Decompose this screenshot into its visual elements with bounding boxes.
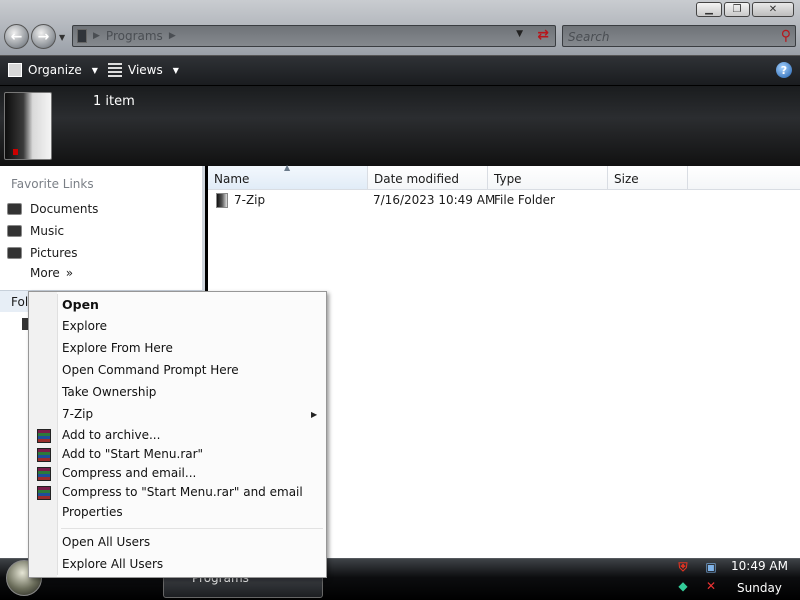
- menu-separator: [61, 528, 323, 529]
- menu-gutter: [57, 294, 58, 575]
- column-header-label: Type: [494, 172, 522, 186]
- address-dropdown-icon[interactable]: ▼: [516, 29, 523, 39]
- documents-icon: [7, 203, 22, 215]
- music-icon: [7, 225, 22, 237]
- help-icon[interactable]: ?: [776, 62, 792, 78]
- column-header-label: Name: [214, 172, 250, 186]
- recent-pages-dropdown[interactable]: ▼: [59, 33, 65, 42]
- pictures-icon: [7, 247, 22, 259]
- double-chevron-icon: »: [65, 266, 74, 280]
- defender-icon[interactable]: ◆: [676, 579, 690, 593]
- winrar-icon: [37, 486, 51, 500]
- window-controls: ▁ ❐ ✕: [696, 2, 794, 17]
- menu-item-compress-and-email[interactable]: Compress and email...: [62, 466, 196, 480]
- breadcrumb-programs[interactable]: Programs: [106, 29, 163, 43]
- menu-item-open-command-prompt[interactable]: Open Command Prompt Here: [62, 363, 239, 377]
- close-button[interactable]: ✕: [752, 2, 794, 17]
- winrar-icon: [37, 467, 51, 481]
- favorite-links-heading: Favorite Links: [11, 177, 94, 191]
- security-alert-icon[interactable]: ⛨: [676, 560, 690, 574]
- menu-item-add-to-archive[interactable]: Add to archive...: [62, 428, 160, 442]
- address-bar[interactable]: ▶ Programs ▶ ▼ ⇄: [72, 25, 556, 47]
- back-arrow-icon: ←: [10, 28, 23, 45]
- organize-label: Organize: [28, 63, 82, 77]
- item-count: 1 item: [93, 94, 135, 109]
- menu-item-add-to-rar[interactable]: Add to "Start Menu.rar": [62, 447, 203, 461]
- file-date-modified: 7/16/2023 10:49 AM: [373, 193, 496, 207]
- menu-item-properties[interactable]: Properties: [62, 505, 123, 519]
- column-header-name[interactable]: ▲ Name: [208, 163, 368, 190]
- restore-button[interactable]: ❐: [724, 2, 750, 17]
- network-icon[interactable]: ▣: [704, 560, 718, 574]
- views-label: Views: [128, 63, 163, 77]
- breadcrumb-chevron-icon[interactable]: ▶: [93, 31, 100, 41]
- views-button[interactable]: Views ▼: [108, 63, 179, 77]
- menu-item-open[interactable]: Open: [62, 297, 99, 312]
- search-icon[interactable]: ⚲: [781, 28, 791, 44]
- forward-arrow-icon: →: [37, 28, 50, 45]
- more-links[interactable]: More »: [30, 266, 73, 280]
- menu-item-take-ownership[interactable]: Take Ownership: [62, 385, 156, 399]
- forward-button[interactable]: →: [31, 24, 56, 49]
- chevron-down-icon: ▼: [91, 65, 98, 75]
- file-name: 7-Zip: [234, 193, 266, 207]
- clock-day[interactable]: Sunday: [737, 581, 782, 595]
- sidebar-item-label: Documents: [30, 202, 99, 216]
- menu-item-explore[interactable]: Explore: [62, 319, 107, 333]
- back-button[interactable]: ←: [4, 24, 29, 49]
- submenu-arrow-icon: ▶: [311, 410, 318, 419]
- context-menu: Open Explore Explore From Here Open Comm…: [28, 291, 327, 578]
- folders-label: Fol: [11, 295, 29, 309]
- column-header-date-modified[interactable]: Date modified: [368, 166, 488, 190]
- column-header-filler: [688, 166, 800, 190]
- organize-icon: [8, 63, 22, 77]
- search-input[interactable]: Search ⚲: [562, 25, 796, 47]
- menu-item-7zip[interactable]: 7-Zip: [62, 407, 93, 421]
- large-folder-icon: [4, 92, 52, 160]
- menu-item-explore-from-here[interactable]: Explore From Here: [62, 341, 173, 355]
- refresh-icon[interactable]: ⇄: [537, 27, 549, 43]
- column-header-label: Date modified: [374, 172, 460, 186]
- organize-button[interactable]: Organize ▼: [8, 63, 98, 77]
- details-header: 1 item: [0, 86, 800, 166]
- winrar-icon: [37, 448, 51, 462]
- table-row[interactable]: 7-Zip 7/16/2023 10:49 AM File Folder: [208, 193, 800, 209]
- sidebar-item-documents[interactable]: Documents: [7, 200, 98, 218]
- column-header-type[interactable]: Type: [488, 166, 608, 190]
- folder-icon: [77, 29, 87, 43]
- file-type: File Folder: [494, 193, 555, 207]
- menu-item-explore-all-users[interactable]: Explore All Users: [62, 557, 163, 571]
- sidebar-item-label: Pictures: [30, 246, 78, 260]
- sidebar-item-label: Music: [30, 224, 65, 238]
- breadcrumb-chevron-icon[interactable]: ▶: [169, 31, 176, 41]
- column-header-size[interactable]: Size: [608, 166, 688, 190]
- column-header-label: Size: [614, 172, 639, 186]
- chevron-down-icon: ▼: [172, 65, 179, 75]
- folder-icon: [216, 193, 228, 208]
- views-icon: [108, 63, 122, 77]
- volume-muted-icon[interactable]: ✕: [704, 579, 718, 593]
- sort-ascending-icon: ▲: [284, 163, 291, 172]
- menu-item-open-all-users[interactable]: Open All Users: [62, 535, 150, 549]
- minimize-button[interactable]: ▁: [696, 2, 722, 17]
- sidebar-item-pictures[interactable]: Pictures: [7, 244, 78, 262]
- more-label: More: [30, 266, 60, 280]
- title-bar: ▁ ❐ ✕ ← → ▼ ▶ Programs ▶ ▼ ⇄ Search ⚲: [0, 0, 800, 56]
- search-placeholder: Search: [568, 30, 610, 44]
- menu-item-compress-to-rar-and-email[interactable]: Compress to "Start Menu.rar" and email: [62, 485, 303, 499]
- clock-time[interactable]: 10:49 AM: [731, 559, 788, 573]
- sidebar-item-music[interactable]: Music: [7, 222, 64, 240]
- command-bar: Organize ▼ Views ▼ ?: [0, 56, 800, 86]
- winrar-icon: [37, 429, 51, 443]
